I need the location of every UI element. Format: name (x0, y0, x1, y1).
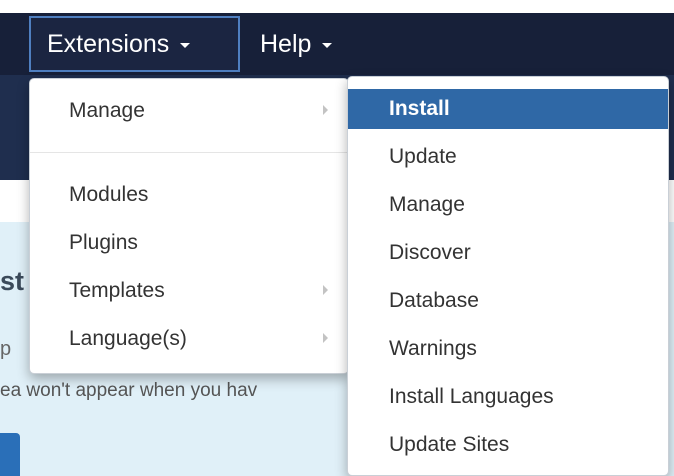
chevron-right-icon (323, 333, 328, 343)
chevron-right-icon (323, 105, 328, 115)
submenu-item-database[interactable]: Database (348, 281, 668, 321)
caret-down-icon (322, 43, 333, 48)
nav-help-menu[interactable]: Help (260, 16, 360, 72)
submenu-item-manage[interactable]: Manage (348, 185, 668, 225)
submenu-item-install-label: Install (389, 97, 450, 120)
panel-heading-fragment: st (0, 266, 25, 296)
manage-submenu: Install Update Manage Discover Database … (347, 76, 669, 476)
menu-item-modules[interactable]: Modules (30, 175, 348, 215)
submenu-item-install-languages[interactable]: Install Languages (348, 377, 668, 417)
submenu-item-discover[interactable]: Discover (348, 233, 668, 273)
panel-action-button[interactable] (0, 433, 20, 476)
menu-divider (30, 152, 348, 153)
nav-extensions-menu[interactable]: Extensions (29, 16, 240, 72)
menu-item-templates-label: Templates (69, 279, 165, 302)
submenu-item-database-label: Database (389, 289, 479, 312)
submenu-item-manage-label: Manage (389, 193, 465, 216)
submenu-item-warnings-label: Warnings (389, 337, 477, 360)
submenu-item-warnings[interactable]: Warnings (348, 329, 668, 369)
submenu-item-update-sites-label: Update Sites (389, 433, 510, 456)
menu-item-manage-label: Manage (69, 99, 145, 122)
menu-item-templates[interactable]: Templates (30, 271, 348, 311)
submenu-item-update-label: Update (389, 145, 457, 168)
menu-item-languages[interactable]: Language(s) (30, 319, 348, 359)
nav-help-label: Help (260, 29, 312, 58)
submenu-item-update[interactable]: Update (348, 137, 668, 177)
submenu-item-update-sites[interactable]: Update Sites (348, 425, 668, 465)
submenu-item-install-languages-label: Install Languages (389, 385, 554, 408)
window-top-strip (0, 0, 674, 13)
nav-extensions-label: Extensions (47, 29, 170, 58)
extensions-dropdown: Manage Modules Plugins Templates Languag… (29, 78, 349, 374)
menu-item-plugins[interactable]: Plugins (30, 223, 348, 263)
submenu-item-install[interactable]: Install (348, 89, 668, 129)
menu-item-modules-label: Modules (69, 183, 149, 206)
menu-item-plugins-label: Plugins (69, 231, 138, 254)
panel-paragraph-fragment: p (0, 338, 12, 360)
chevron-right-icon (323, 285, 328, 295)
panel-hint-text: ea won't appear when you hav (0, 380, 258, 401)
submenu-item-discover-label: Discover (389, 241, 471, 264)
caret-down-icon (180, 43, 191, 48)
menu-item-languages-label: Language(s) (69, 327, 187, 350)
menu-item-manage[interactable]: Manage (30, 91, 348, 131)
